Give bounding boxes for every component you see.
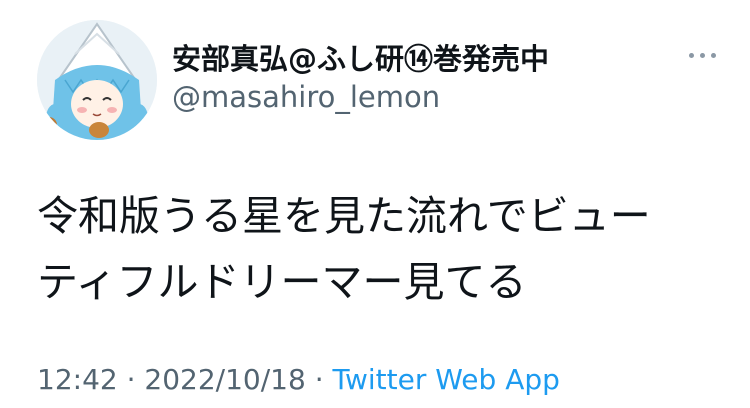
more-horizontal-icon-dot xyxy=(710,52,716,58)
meta-separator: · xyxy=(305,363,333,396)
more-horizontal-icon xyxy=(688,52,694,58)
tweet-text: 令和版うる星を見た流れでビュー ティフルドリーマー見てる xyxy=(37,183,727,315)
more-options-button[interactable] xyxy=(680,40,724,70)
meta-separator: · xyxy=(117,363,145,396)
avatar[interactable] xyxy=(37,20,157,140)
tweet-time[interactable]: 12:42 xyxy=(37,363,118,396)
tweet-text-line: 令和版うる星を見た流れでビュー xyxy=(37,192,651,240)
tweet-source-link[interactable]: Twitter Web App xyxy=(333,363,560,396)
more-horizontal-icon-dot xyxy=(699,52,705,58)
author-display-name[interactable]: 安部真弘@ふし研⑭巻発売中 xyxy=(172,36,549,78)
author-handle[interactable]: @masahiro_lemon xyxy=(172,80,440,114)
tweet-card: 安部真弘@ふし研⑭巻発売中 @masahiro_lemon 令和版うる星を見た流… xyxy=(0,0,750,408)
squid-girl-avatar-icon xyxy=(37,20,157,140)
tweet-metadata: 12:42 · 2022/10/18 · Twitter Web App xyxy=(37,363,560,396)
tweet-text-line: ティフルドリーマー見てる xyxy=(37,258,527,306)
tweet-date[interactable]: 2022/10/18 xyxy=(144,363,305,396)
